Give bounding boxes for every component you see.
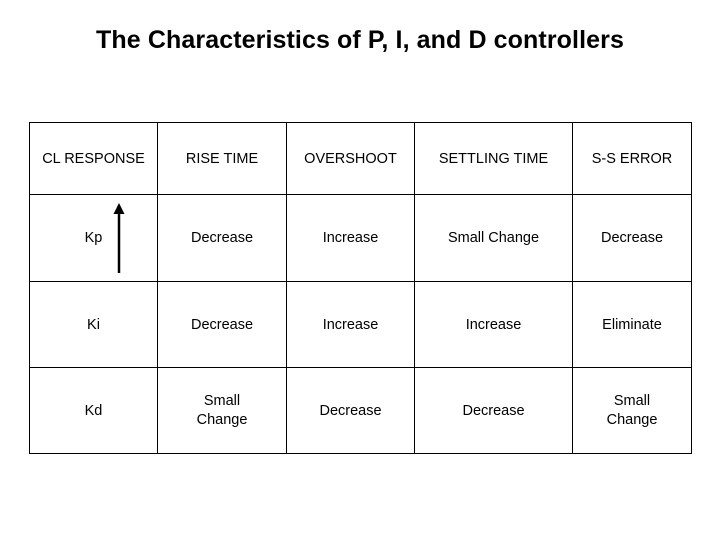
- up-arrow-icon: [112, 201, 126, 273]
- characteristics-table-container: CL RESPONSE RISE TIME OVERSHOOT SETTLING…: [29, 122, 692, 454]
- column-header-cl-response: CL RESPONSE: [29, 122, 158, 195]
- cell-ki-ss-error: Eliminate: [572, 281, 692, 368]
- cell-text-line1: Small: [613, 392, 651, 409]
- cell-kp-overshoot: Increase: [286, 194, 415, 282]
- cell-text-line2: Change: [196, 411, 248, 428]
- table-header: CL RESPONSE RISE TIME OVERSHOOT SETTLING…: [29, 122, 692, 195]
- table-row: Kp Decrease Increase Small Change Decrea…: [29, 194, 692, 282]
- cell-kp-settling-time: Small Change: [414, 194, 573, 282]
- row-label-kp: Kp: [29, 194, 158, 282]
- cell-kp-rise-time: Decrease: [157, 194, 287, 282]
- cell-kd-rise-time: Small Change: [157, 367, 287, 454]
- row-label-ki: Ki: [29, 281, 158, 368]
- table-row: Ki Decrease Increase Increase Eliminate: [29, 281, 692, 368]
- kp-label-wrapper: Kp: [36, 199, 151, 277]
- characteristics-table: CL RESPONSE RISE TIME OVERSHOOT SETTLING…: [29, 122, 692, 454]
- row-label-text: Kp: [84, 230, 103, 246]
- cell-ki-rise-time: Decrease: [157, 281, 287, 368]
- table-body: Kp Decrease Increase Small Change Decrea…: [29, 194, 692, 454]
- cell-ki-settling-time: Increase: [414, 281, 573, 368]
- column-header-ss-error: S-S ERROR: [572, 122, 692, 195]
- table-header-row: CL RESPONSE RISE TIME OVERSHOOT SETTLING…: [29, 122, 692, 195]
- column-header-rise-time: RISE TIME: [157, 122, 287, 195]
- slide: The Characteristics of P, I, and D contr…: [0, 0, 720, 540]
- page-title: The Characteristics of P, I, and D contr…: [96, 26, 624, 54]
- cell-ki-overshoot: Increase: [286, 281, 415, 368]
- column-header-overshoot: OVERSHOOT: [286, 122, 415, 195]
- row-label-kd: Kd: [29, 367, 158, 454]
- cell-kp-ss-error: Decrease: [572, 194, 692, 282]
- column-header-settling-time: SETTLING TIME: [414, 122, 573, 195]
- cell-text-line2: Change: [606, 411, 658, 428]
- cell-kd-settling-time: Decrease: [414, 367, 573, 454]
- cell-text-line1: Small: [203, 392, 241, 409]
- table-row: Kd Small Change Decrease Decrease Small …: [29, 367, 692, 454]
- cell-kd-ss-error: Small Change: [572, 367, 692, 454]
- cell-kd-overshoot: Decrease: [286, 367, 415, 454]
